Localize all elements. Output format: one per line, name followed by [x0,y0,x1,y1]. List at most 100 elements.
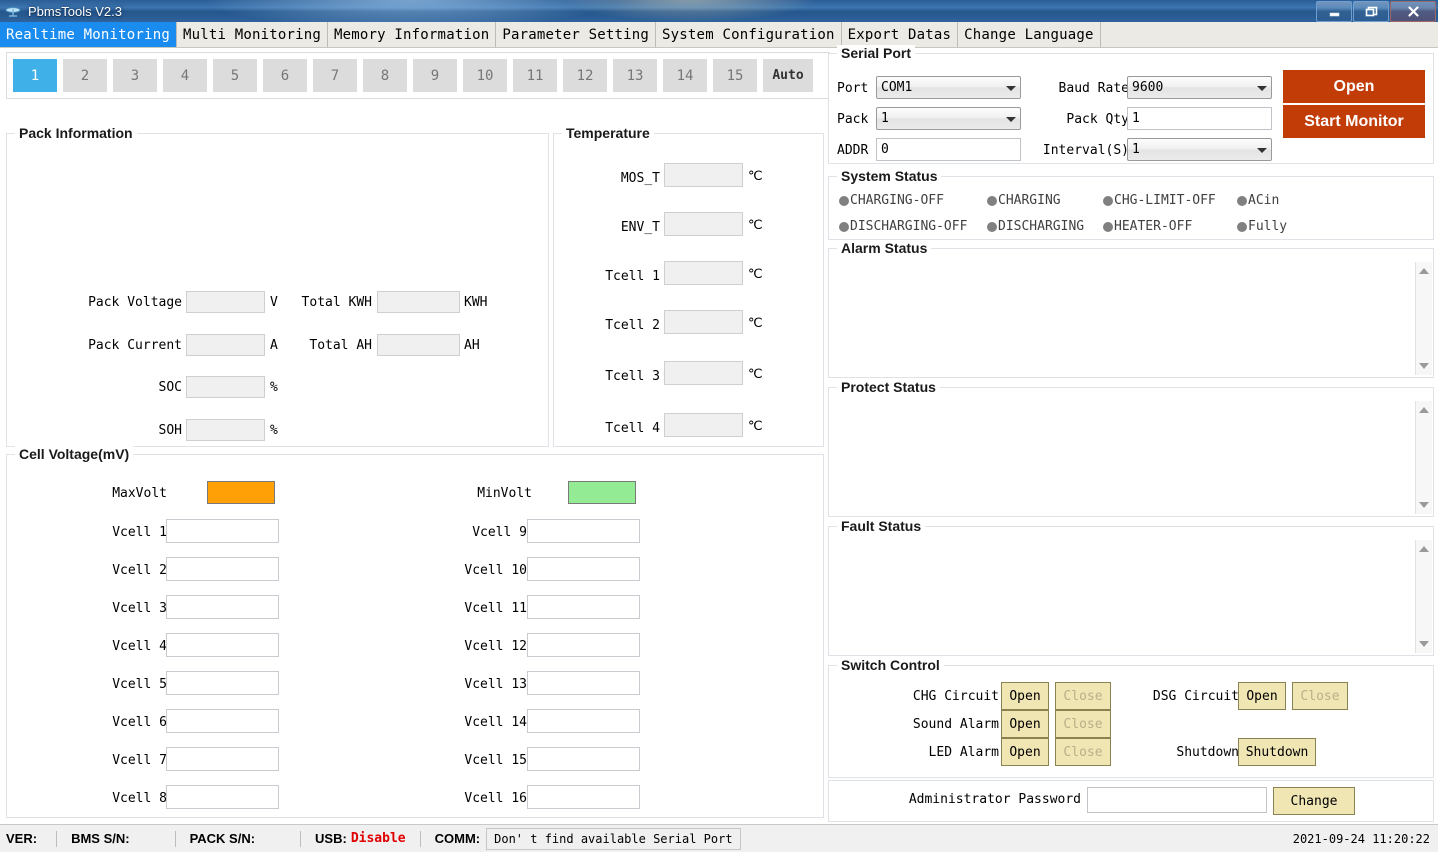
temperature-title: Temperature [562,125,654,141]
pack-button-9[interactable]: 9 [413,59,457,92]
start-monitor-button[interactable]: Start Monitor [1283,105,1425,138]
status-label: DISCHARGING [998,219,1084,234]
pack-button-7[interactable]: 7 [313,59,357,92]
baud-rate-combobox[interactable]: 9600 [1127,76,1272,99]
alarm-status-scrollbar[interactable] [1415,262,1432,375]
scroll-up-arrow-icon[interactable] [1419,268,1429,274]
addr-input[interactable]: 0 [876,138,1021,161]
pack-button-1[interactable]: 1 [13,59,57,92]
status-label: DISCHARGING-OFF [850,219,967,234]
change-password-button[interactable]: Change [1273,787,1355,815]
vcell-3-field[interactable] [166,595,279,619]
vcell-9-field[interactable] [527,519,640,543]
total-kwh-field[interactable] [377,291,460,313]
scroll-down-arrow-icon[interactable] [1419,363,1429,369]
env-t-unit: ℃ [748,218,763,233]
tab-parameter-setting[interactable]: Parameter Setting [496,22,656,47]
dsg-circuit-close-button[interactable]: Close [1292,682,1348,710]
interval-combobox[interactable]: 1 [1127,138,1272,161]
status-comm: COMM: Don' t find available Serial Port [435,828,741,850]
pack-button-4[interactable]: 4 [163,59,207,92]
chevron-down-icon [1257,148,1267,153]
total-ah-field[interactable] [377,334,460,356]
protect-status-textarea[interactable] [830,401,1432,514]
dsg-circuit-open-button[interactable]: Open [1238,682,1286,710]
tcell-1-label: Tcell 1 [554,269,660,284]
pack-button-12[interactable]: 12 [563,59,607,92]
vcell-12-field[interactable] [527,633,640,657]
maximize-button[interactable] [1353,1,1389,22]
pack-sn-label: PACK S/N: [190,831,255,846]
vcell-13-field[interactable] [527,671,640,695]
scroll-up-arrow-icon[interactable] [1419,546,1429,552]
titlebar-glow [200,0,620,23]
tab-memory-information[interactable]: Memory Information [328,22,496,47]
shutdown-button[interactable]: Shutdown [1238,738,1316,766]
pack-qty-input[interactable]: 1 [1127,107,1272,130]
baud-rate-value: 9600 [1132,80,1163,95]
soh-field[interactable] [186,419,265,441]
tcell-3-label: Tcell 3 [554,369,660,384]
vcell-2-field[interactable] [166,557,279,581]
vcell-3-label: Vcell 3 [37,601,167,616]
pack-button-5[interactable]: 5 [213,59,257,92]
close-button[interactable] [1390,1,1436,22]
open-button[interactable]: Open [1283,70,1425,103]
pack-button-6[interactable]: 6 [263,59,307,92]
mos-t-field[interactable] [664,163,743,187]
vcell-10-field[interactable] [527,557,640,581]
sound-alarm-open-button[interactable]: Open [1001,710,1049,738]
vcell-5-field[interactable] [166,671,279,695]
vcell-7-field[interactable] [166,747,279,771]
fault-status-scrollbar[interactable] [1415,540,1432,653]
pack-button-15[interactable]: 15 [713,59,757,92]
pack-button-3[interactable]: 3 [113,59,157,92]
tab-multi-monitoring[interactable]: Multi Monitoring [177,22,328,47]
pack-button-10[interactable]: 10 [463,59,507,92]
status-label: CHARGING-OFF [850,193,944,208]
tcell-1-field[interactable] [664,261,743,285]
vcell-11-field[interactable] [527,595,640,619]
led-indicator-icon [1103,196,1113,206]
vcell-16-field[interactable] [527,785,640,809]
status-chg-limit-off: CHG-LIMIT-OFF [1103,193,1216,208]
sound-alarm-close-button[interactable]: Close [1055,710,1111,738]
minimize-button[interactable] [1316,1,1352,22]
pack-button-14[interactable]: 14 [663,59,707,92]
protect-status-scrollbar[interactable] [1415,401,1432,514]
tab-export-datas[interactable]: Export Datas [842,22,959,47]
pack-button-8[interactable]: 8 [363,59,407,92]
soh-label: SOH [7,423,182,438]
tcell-4-field[interactable] [664,413,743,437]
chg-circuit-open-button[interactable]: Open [1001,682,1049,710]
env-t-field[interactable] [664,212,743,236]
vcell-1-field[interactable] [166,519,279,543]
vcell-15-field[interactable] [527,747,640,771]
port-combobox[interactable]: COM1 [876,76,1021,99]
tab-system-configuration[interactable]: System Configuration [656,22,842,47]
led-alarm-close-button[interactable]: Close [1055,738,1111,766]
pack-button-2[interactable]: 2 [63,59,107,92]
pack-button-13[interactable]: 13 [613,59,657,92]
soc-field[interactable] [186,376,265,398]
scroll-down-arrow-icon[interactable] [1419,641,1429,647]
vcell-8-field[interactable] [166,785,279,809]
alarm-status-textarea[interactable] [830,262,1432,375]
pack-button-11[interactable]: 11 [513,59,557,92]
tab-realtime-monitoring[interactable]: Realtime Monitoring [0,22,177,47]
application-window: PbmsTools V2.3 Realtime Monitoring Multi… [0,0,1438,852]
tab-change-language[interactable]: Change Language [958,22,1100,47]
led-alarm-open-button[interactable]: Open [1001,738,1049,766]
scroll-down-arrow-icon[interactable] [1419,502,1429,508]
tcell-2-field[interactable] [664,310,743,334]
admin-password-input[interactable] [1087,787,1267,813]
vcell-14-field[interactable] [527,709,640,733]
fault-status-textarea[interactable] [830,540,1432,653]
tcell-2-label: Tcell 2 [554,318,660,333]
scroll-up-arrow-icon[interactable] [1419,407,1429,413]
tcell-3-field[interactable] [664,361,743,385]
pack-button-auto[interactable]: Auto [763,59,813,92]
vcell-6-field[interactable] [166,709,279,733]
pack-combobox[interactable]: 1 [876,107,1021,130]
vcell-4-field[interactable] [166,633,279,657]
